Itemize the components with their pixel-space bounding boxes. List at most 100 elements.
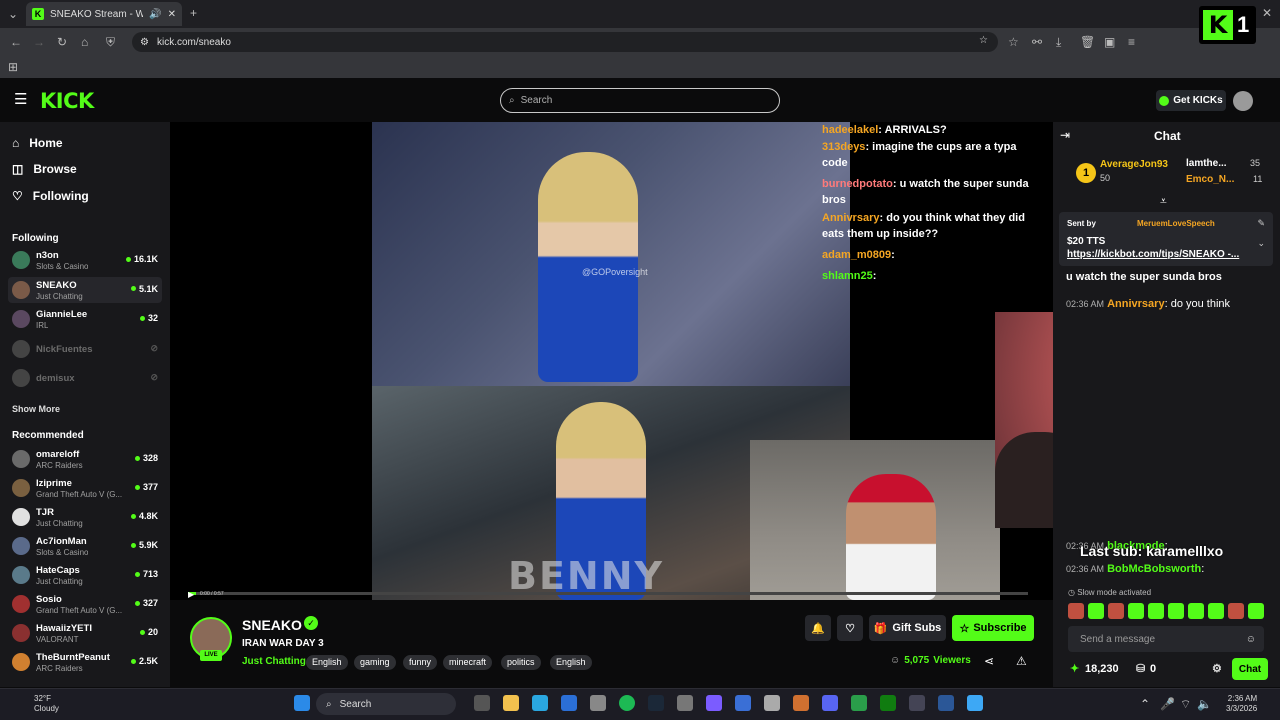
emote[interactable] xyxy=(1128,603,1144,619)
back-icon[interactable]: ← xyxy=(10,36,22,48)
search-input[interactable]: ⌕ Search xyxy=(500,88,780,113)
emoji-icon[interactable]: ☺ xyxy=(1246,634,1256,645)
get-kicks-button[interactable]: Get KICKs xyxy=(1156,90,1226,111)
stream-tag[interactable]: English xyxy=(306,655,348,670)
app-icon[interactable] xyxy=(793,695,809,711)
mic-icon[interactable]: 🎤 xyxy=(1160,698,1175,710)
chat-settings-icon[interactable]: ⚙ xyxy=(1212,662,1222,675)
emote[interactable] xyxy=(1168,603,1184,619)
stream-tag[interactable]: gaming xyxy=(354,655,396,670)
emote[interactable] xyxy=(1248,603,1264,619)
reload-icon[interactable]: ↻ xyxy=(57,36,67,48)
url-field[interactable]: ⚙ kick.com/sneako ☆ xyxy=(132,32,998,52)
wifi-icon[interactable]: ⌔ xyxy=(1180,698,1191,710)
nav-home[interactable]: ⌂ Home xyxy=(12,136,63,150)
audio-icon[interactable]: 🔊 xyxy=(149,9,161,20)
category-link[interactable]: Just Chatting xyxy=(242,656,306,667)
forward-icon[interactable]: → xyxy=(33,36,45,48)
chat-message-input[interactable]: Send a message ☺ xyxy=(1068,626,1264,652)
bookmark-star-icon[interactable]: ☆ xyxy=(979,35,988,46)
tab-list-icon[interactable]: ⌄ xyxy=(8,8,18,20)
follow-button[interactable]: ♡ xyxy=(837,615,863,641)
taskbar-search[interactable]: ⌕ Search xyxy=(316,693,456,715)
apps-grid-icon[interactable]: ⊞ xyxy=(8,61,18,73)
emote[interactable] xyxy=(1088,603,1104,619)
taskbar-clock[interactable]: 2:36 AM 3/3/2026 xyxy=(1226,694,1257,714)
channel-name[interactable]: SNEAKO xyxy=(242,617,302,633)
sidebar-channel[interactable]: omareloff ARC Raiders 328 xyxy=(8,446,162,472)
browser-tab[interactable]: K SNEAKO Stream - Watch Li 🔊 ✕ xyxy=(26,2,182,26)
collapse-chat-icon[interactable]: ⇥ xyxy=(1060,129,1070,141)
sidebar-channel[interactable]: Sosio Grand Theft Auto V (G... 327 xyxy=(8,591,162,617)
weather-widget[interactable]: 32°F Cloudy xyxy=(34,694,59,714)
pinned-link[interactable]: https://kickbot.com/tips/SNEAKO -... xyxy=(1067,249,1239,260)
sidebar-channel[interactable]: HawaiizYETI VALORANT 20 xyxy=(8,620,162,646)
tray-chevron-icon[interactable]: ⌃ xyxy=(1140,698,1150,710)
hamburger-menu-icon[interactable]: ☰ xyxy=(14,92,27,107)
nav-following[interactable]: ♡ Following xyxy=(12,189,89,203)
sidebar-channel[interactable]: GiannieLee IRL 32 xyxy=(8,306,162,332)
xbox-icon[interactable] xyxy=(880,695,896,711)
kick-logo[interactable]: KICK xyxy=(40,89,94,113)
excel-icon[interactable] xyxy=(851,695,867,711)
sidebar-channel[interactable]: SNEAKO Just Chatting 5.1K xyxy=(8,276,162,303)
subscribe-button[interactable]: ☆ Subscribe xyxy=(952,615,1034,641)
notification-bell-button[interactable]: 🔔 xyxy=(805,615,831,641)
stream-tag[interactable]: politics xyxy=(501,655,541,670)
extension-icon[interactable]: ⚯ xyxy=(1032,36,1042,48)
screenshot-icon[interactable]: ▣ xyxy=(1104,36,1115,48)
favorites-icon[interactable]: ☆ xyxy=(1008,36,1019,48)
stream-tag[interactable]: minecraft xyxy=(443,655,493,670)
stream-tag[interactable]: English xyxy=(550,655,592,670)
sidebar-channel[interactable]: demisux ⊘ xyxy=(8,365,162,391)
app-icon[interactable] xyxy=(909,695,925,711)
word-icon[interactable] xyxy=(938,695,954,711)
emote[interactable] xyxy=(1188,603,1204,619)
sidebar-channel[interactable]: NickFuentes ⊘ xyxy=(8,336,162,362)
share-icon[interactable]: ⋖ xyxy=(984,655,994,667)
sidebar-channel[interactable]: n3on Slots & Casino 16.1K xyxy=(8,247,162,273)
spotify-icon[interactable] xyxy=(619,695,635,711)
expand-pin-icon[interactable]: ⌄ xyxy=(1257,238,1265,249)
settings-icon[interactable] xyxy=(677,695,693,711)
expand-leaderboard-icon[interactable]: ⩡ xyxy=(1160,195,1167,207)
gift-subs-button[interactable]: 🎁 Gift Subs xyxy=(869,615,946,641)
app-icon[interactable] xyxy=(735,695,751,711)
shield-icon[interactable]: ⛨ xyxy=(106,36,115,48)
home-icon[interactable]: ⌂ xyxy=(81,36,88,48)
sidebar-channel[interactable]: TJR Just Chatting 4.8K xyxy=(8,504,162,530)
sidebar-channel[interactable]: HateCaps Just Chatting 713 xyxy=(8,562,162,588)
emote[interactable] xyxy=(1208,603,1224,619)
trash-icon[interactable]: 🗑 xyxy=(1080,36,1095,48)
sidebar-channel[interactable]: Ac7ionMan Slots & Casino 5.9K xyxy=(8,533,162,559)
nav-browse[interactable]: ◫ Browse xyxy=(12,162,77,176)
windows-start-icon[interactable] xyxy=(294,695,310,711)
video-progress-bar[interactable] xyxy=(188,592,1028,595)
edge-icon[interactable] xyxy=(532,695,548,711)
download-icon[interactable]: ⤓ xyxy=(1056,36,1061,48)
report-icon[interactable]: ⚠ xyxy=(1016,655,1027,667)
notepad-icon[interactable] xyxy=(590,695,606,711)
task-view-icon[interactable] xyxy=(474,695,490,711)
emote[interactable] xyxy=(1108,603,1124,619)
video-player[interactable]: @GOPoversight BENNY hadeelakel: ARRIVALS… xyxy=(170,122,1053,600)
site-info-icon[interactable]: ⚙ xyxy=(140,37,149,48)
quick-emotes[interactable] xyxy=(1068,603,1268,619)
discord-icon[interactable] xyxy=(822,695,838,711)
volume-icon[interactable]: 🔈 xyxy=(1197,698,1212,710)
show-more-link[interactable]: Show More xyxy=(12,404,60,414)
app-icon[interactable] xyxy=(561,695,577,711)
menu-icon[interactable]: ≡ xyxy=(1128,36,1135,48)
tab-close-icon[interactable]: ✕ xyxy=(168,9,176,20)
emote[interactable] xyxy=(1228,603,1244,619)
new-tab-icon[interactable]: + xyxy=(190,7,197,19)
user-avatar[interactable] xyxy=(1233,91,1253,111)
app-icon[interactable] xyxy=(764,695,780,711)
app-icon[interactable] xyxy=(706,695,722,711)
chat-send-button[interactable]: Chat xyxy=(1232,658,1268,680)
unpin-icon[interactable]: ✎ xyxy=(1257,218,1265,229)
play-icon[interactable]: ▶ xyxy=(188,590,194,599)
stream-tag[interactable]: funny xyxy=(403,655,438,670)
emote[interactable] xyxy=(1148,603,1164,619)
sidebar-channel[interactable]: TheBurntPeanut ARC Raiders 2.5K xyxy=(8,649,162,675)
